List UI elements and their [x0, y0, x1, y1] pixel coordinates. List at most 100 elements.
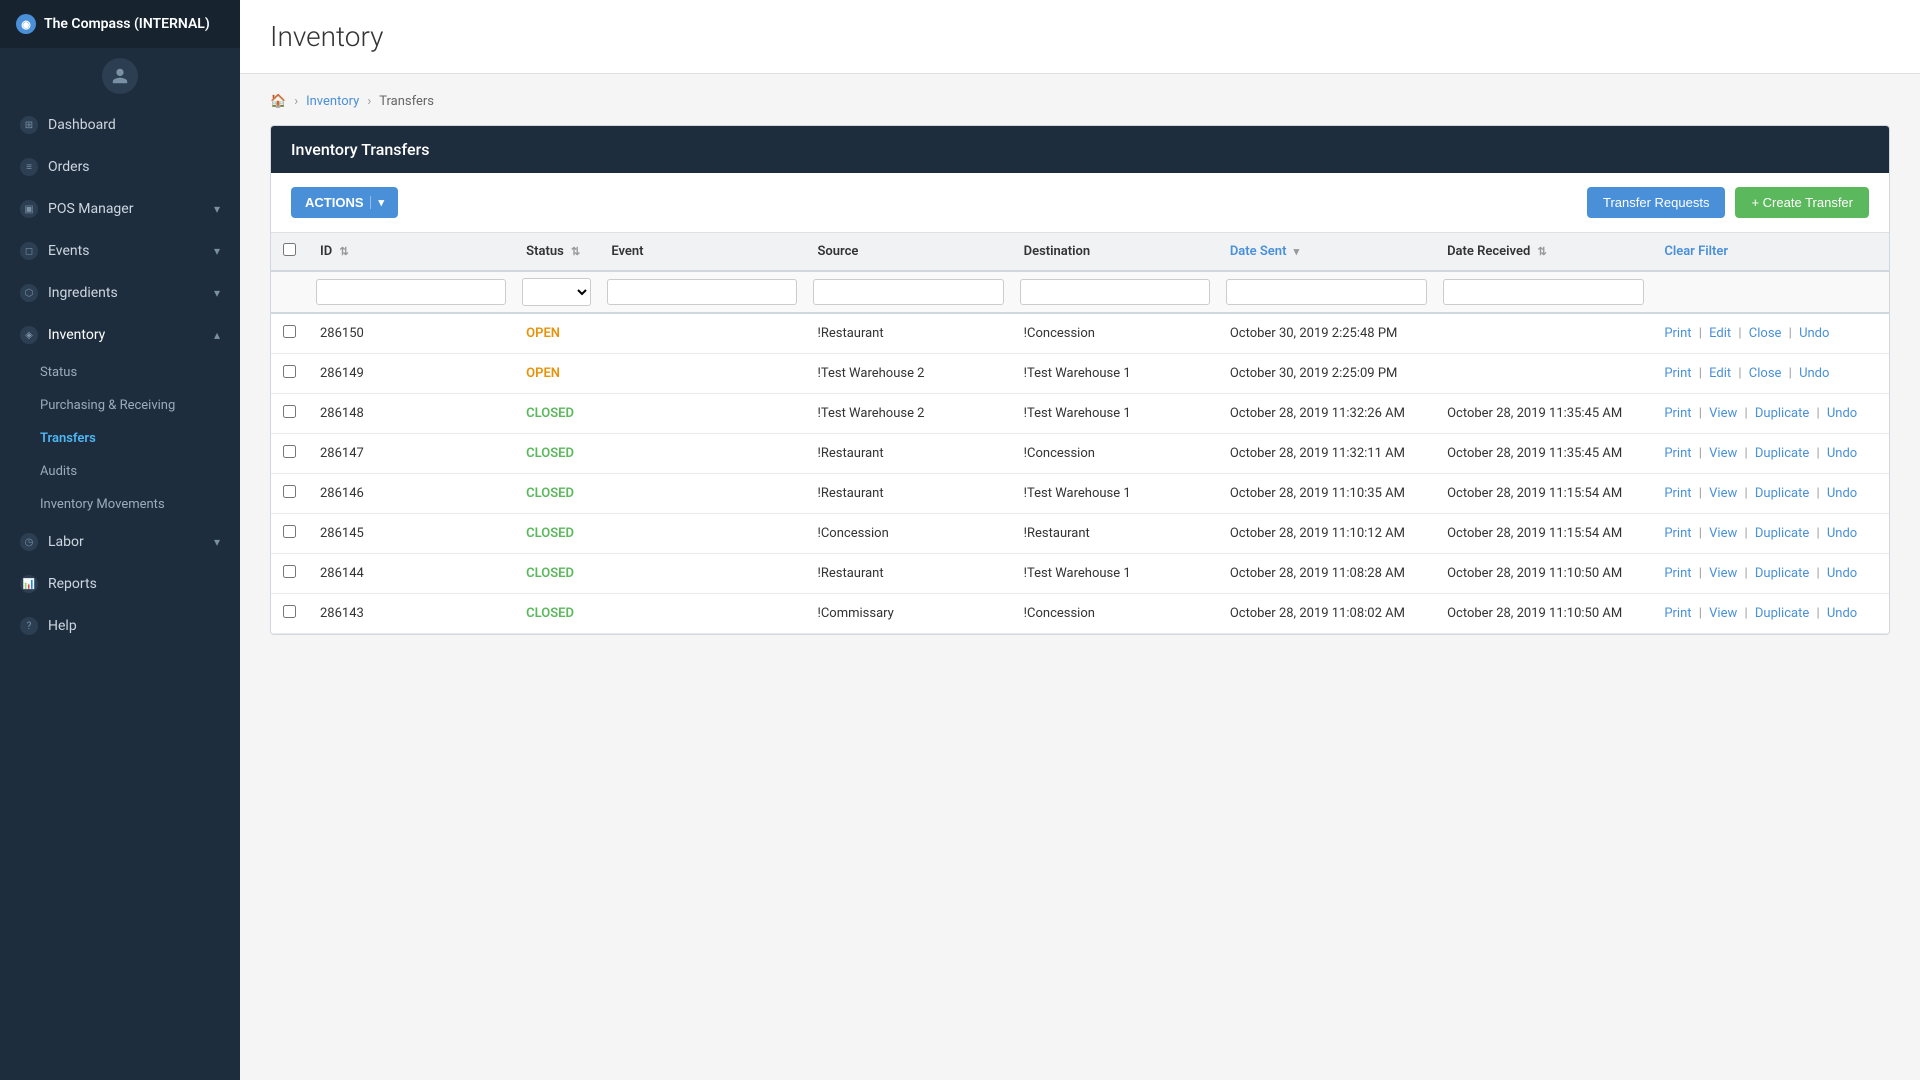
- col-id[interactable]: ID ⇅: [308, 233, 514, 271]
- action-view-link[interactable]: View: [1709, 526, 1737, 541]
- select-all-header[interactable]: [271, 233, 308, 271]
- sidebar-item-dashboard[interactable]: ⊞ Dashboard: [0, 104, 240, 146]
- breadcrumb-inventory[interactable]: Inventory: [306, 94, 359, 109]
- sidebar-sub-transfers[interactable]: Transfers: [0, 422, 240, 455]
- action-edit-link[interactable]: Edit: [1709, 326, 1731, 341]
- cell-source: !Test Warehouse 2: [805, 354, 1011, 394]
- action-duplicate-link[interactable]: Duplicate: [1755, 566, 1809, 581]
- cell-source: !Test Warehouse 2: [805, 394, 1011, 434]
- action-close-link[interactable]: Close: [1749, 326, 1782, 341]
- action-undo-link[interactable]: Undo: [1799, 366, 1829, 381]
- sidebar-sub-audits[interactable]: Audits: [0, 455, 240, 488]
- toolbar-right: Transfer Requests + Create Transfer: [1587, 187, 1869, 218]
- col-destination[interactable]: Destination: [1012, 233, 1218, 271]
- action-duplicate-link[interactable]: Duplicate: [1755, 526, 1809, 541]
- row-checkbox[interactable]: [283, 445, 296, 458]
- main-content: Inventory 🏠 › Inventory › Transfers Inve…: [240, 0, 1920, 1080]
- row-checkbox[interactable]: [283, 365, 296, 378]
- action-undo-link[interactable]: Undo: [1827, 606, 1857, 621]
- filter-event[interactable]: [607, 279, 797, 305]
- row-checkbox[interactable]: [283, 525, 296, 538]
- sidebar-item-pos-manager[interactable]: ▣ POS Manager ▾: [0, 188, 240, 230]
- action-undo-link[interactable]: Undo: [1827, 446, 1857, 461]
- sidebar-item-inventory[interactable]: ◈ Inventory ▴: [0, 314, 240, 356]
- action-print-link[interactable]: Print: [1664, 486, 1691, 501]
- row-checkbox[interactable]: [283, 485, 296, 498]
- action-duplicate-link[interactable]: Duplicate: [1755, 446, 1809, 461]
- action-edit-link[interactable]: Edit: [1709, 366, 1731, 381]
- filter-date-received[interactable]: [1443, 279, 1644, 305]
- create-transfer-button[interactable]: + Create Transfer: [1735, 187, 1869, 218]
- cell-event: [599, 474, 805, 514]
- filter-date-sent[interactable]: [1226, 279, 1427, 305]
- action-duplicate-link[interactable]: Duplicate: [1755, 486, 1809, 501]
- row-checkbox[interactable]: [283, 565, 296, 578]
- cell-event: [599, 434, 805, 474]
- cell-destination: !Test Warehouse 1: [1012, 394, 1218, 434]
- sidebar-item-reports[interactable]: 📊 Reports: [0, 563, 240, 605]
- col-status[interactable]: Status ⇅: [514, 233, 599, 271]
- col-date-received[interactable]: Date Received ⇅: [1435, 233, 1652, 271]
- action-print-link[interactable]: Print: [1664, 326, 1691, 341]
- cell-source: !Restaurant: [805, 434, 1011, 474]
- cell-source: !Restaurant: [805, 313, 1011, 354]
- filter-destination[interactable]: [1020, 279, 1210, 305]
- action-view-link[interactable]: View: [1709, 606, 1737, 621]
- action-close-link[interactable]: Close: [1749, 366, 1782, 381]
- action-undo-link[interactable]: Undo: [1827, 406, 1857, 421]
- action-undo-link[interactable]: Undo: [1827, 526, 1857, 541]
- actions-button[interactable]: ACTIONS ▾: [291, 187, 398, 218]
- action-undo-link[interactable]: Undo: [1827, 566, 1857, 581]
- row-checkbox[interactable]: [283, 405, 296, 418]
- cell-status: CLOSED: [514, 554, 599, 594]
- table-row: 286148CLOSED!Test Warehouse 2!Test Wareh…: [271, 394, 1889, 434]
- action-view-link[interactable]: View: [1709, 406, 1737, 421]
- sidebar-sub-purchasing-receiving[interactable]: Purchasing & Receiving: [0, 389, 240, 422]
- col-actions-clear[interactable]: Clear Filter: [1652, 233, 1889, 271]
- action-undo-link[interactable]: Undo: [1799, 326, 1829, 341]
- sidebar-item-help[interactable]: ? Help: [0, 605, 240, 647]
- action-print-link[interactable]: Print: [1664, 446, 1691, 461]
- clear-filter-button[interactable]: Clear Filter: [1664, 244, 1728, 259]
- breadcrumb-home[interactable]: 🏠: [270, 94, 286, 109]
- action-print-link[interactable]: Print: [1664, 526, 1691, 541]
- filter-row: [271, 271, 1889, 313]
- action-view-link[interactable]: View: [1709, 566, 1737, 581]
- cell-id: 286150: [308, 313, 514, 354]
- filter-status[interactable]: [522, 278, 591, 306]
- cell-source: !Restaurant: [805, 474, 1011, 514]
- cell-date-received: [1435, 313, 1652, 354]
- filter-id[interactable]: [316, 279, 506, 305]
- action-print-link[interactable]: Print: [1664, 606, 1691, 621]
- filter-source[interactable]: [813, 279, 1003, 305]
- chevron-down-icon: ▾: [214, 244, 220, 258]
- sidebar-item-orders[interactable]: ≡ Orders: [0, 146, 240, 188]
- sidebar-item-events[interactable]: ◻ Events ▾: [0, 230, 240, 272]
- action-print-link[interactable]: Print: [1664, 366, 1691, 381]
- select-all-checkbox[interactable]: [283, 243, 296, 256]
- action-view-link[interactable]: View: [1709, 486, 1737, 501]
- sidebar-item-ingredients[interactable]: ⬡ Ingredients ▾: [0, 272, 240, 314]
- table-row: 286144CLOSED!Restaurant!Test Warehouse 1…: [271, 554, 1889, 594]
- sidebar-item-labor[interactable]: ◷ Labor ▾: [0, 521, 240, 563]
- action-duplicate-link[interactable]: Duplicate: [1755, 406, 1809, 421]
- col-event[interactable]: Event: [599, 233, 805, 271]
- transfer-requests-button[interactable]: Transfer Requests: [1587, 187, 1725, 218]
- cell-id: 286147: [308, 434, 514, 474]
- col-date-sent[interactable]: Date Sent ▾: [1218, 233, 1435, 271]
- action-undo-link[interactable]: Undo: [1827, 486, 1857, 501]
- cell-date-sent: October 28, 2019 11:10:12 AM: [1218, 514, 1435, 554]
- cell-actions: Print | View | Duplicate | Undo: [1652, 514, 1889, 554]
- action-print-link[interactable]: Print: [1664, 566, 1691, 581]
- col-source[interactable]: Source: [805, 233, 1011, 271]
- sidebar-sub-inventory-movements[interactable]: Inventory Movements: [0, 488, 240, 521]
- action-duplicate-link[interactable]: Duplicate: [1755, 606, 1809, 621]
- row-checkbox[interactable]: [283, 605, 296, 618]
- cell-event: [599, 594, 805, 634]
- user-avatar[interactable]: [102, 58, 138, 94]
- cell-date-received: October 28, 2019 11:15:54 AM: [1435, 514, 1652, 554]
- action-print-link[interactable]: Print: [1664, 406, 1691, 421]
- sidebar-sub-status[interactable]: Status: [0, 356, 240, 389]
- action-view-link[interactable]: View: [1709, 446, 1737, 461]
- row-checkbox[interactable]: [283, 325, 296, 338]
